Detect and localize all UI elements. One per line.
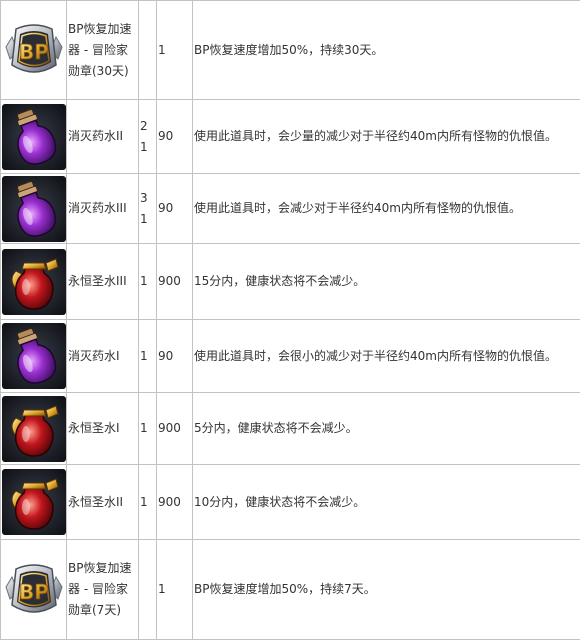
item-name: 消灭药水III — [66, 173, 139, 244]
purple-potion-icon — [2, 175, 66, 242]
item-description: 10分内，健康状态将不会减少。 — [192, 464, 580, 540]
item-icon-cell: BP — [0, 539, 67, 640]
item-icon-cell — [0, 319, 67, 393]
table-row: BP BP恢复加速器 - 冒险家勋章(30天) 1 BP恢复速度增加50%，持续30天… — [0, 0, 580, 100]
table-row: BP BP恢复加速器 - 冒险家勋章(7天) 1 BP恢复速度增加50%，持续7天。 — [0, 539, 580, 640]
item-amount: 90 — [156, 319, 193, 393]
red-holy-water-icon — [2, 248, 66, 315]
item-description: 使用此道具时，会少量的减少对于半径约40m内所有怪物的仇恨值。 — [192, 99, 580, 174]
item-description: 使用此道具时，会很小的减少对于半径约40m内所有怪物的仇恨值。 — [192, 319, 580, 393]
item-icon-cell — [0, 392, 67, 465]
red-holy-water-icon — [2, 469, 66, 535]
item-name: 消灭药水I — [66, 319, 139, 393]
item-icon-cell — [0, 99, 67, 174]
item-quantity: 1 — [138, 464, 157, 540]
bp-medal-icon: BP — [2, 556, 66, 623]
item-amount: 900 — [156, 464, 193, 540]
purple-potion-icon — [2, 323, 66, 389]
table-row: 消灭药水III 31 90 使用此道具时，会减少对于半径约40m内所有怪物的仇恨值。 — [0, 173, 580, 244]
item-table-body: BP BP恢复加速器 - 冒险家勋章(30天) 1 BP恢复速度增加50%，持续30天… — [0, 0, 580, 640]
item-icon-cell — [0, 243, 67, 320]
item-amount: 1 — [156, 539, 193, 640]
item-icon-cell: BP — [0, 0, 67, 100]
item-quantity: 1 — [138, 319, 157, 393]
item-name: 永恒圣水III — [66, 243, 139, 320]
item-name: BP恢复加速器 - 冒险家勋章(7天) — [66, 539, 139, 640]
purple-potion-icon — [2, 103, 66, 170]
item-name: 永恒圣水I — [66, 392, 139, 465]
item-amount: 90 — [156, 173, 193, 244]
item-icon-cell — [0, 173, 67, 244]
item-quantity — [138, 539, 157, 640]
table-row: 永恒圣水I 1 900 5分内，健康状态将不会减少。 — [0, 392, 580, 465]
bp-medal-label: BP — [19, 40, 49, 64]
item-icon-cell — [0, 464, 67, 540]
item-amount: 90 — [156, 99, 193, 174]
table-row: 永恒圣水II 1 900 10分内，健康状态将不会减少。 — [0, 464, 580, 540]
item-quantity: 31 — [138, 173, 157, 244]
item-description: 5分内，健康状态将不会减少。 — [192, 392, 580, 465]
item-table: BP BP恢复加速器 - 冒险家勋章(30天) 1 BP恢复速度增加50%，持续30天… — [0, 0, 580, 640]
item-name: 永恒圣水II — [66, 464, 139, 540]
item-description: 15分内，健康状态将不会减少。 — [192, 243, 580, 320]
table-row: 消灭药水II 21 90 使用此道具时，会少量的减少对于半径约40m内所有怪物的仇恨值… — [0, 99, 580, 174]
item-name: BP恢复加速器 - 冒险家勋章(30天) — [66, 0, 139, 100]
item-quantity: 21 — [138, 99, 157, 174]
bp-medal-icon: BP — [2, 17, 66, 83]
item-amount: 1 — [156, 0, 193, 100]
red-holy-water-icon — [2, 395, 66, 462]
item-quantity: 1 — [138, 392, 157, 465]
item-name: 消灭药水II — [66, 99, 139, 174]
item-amount: 900 — [156, 243, 193, 320]
item-quantity: 1 — [138, 243, 157, 320]
item-description: BP恢复速度增加50%，持续30天。 — [192, 0, 580, 100]
item-amount: 900 — [156, 392, 193, 465]
item-description: BP恢复速度增加50%，持续7天。 — [192, 539, 580, 640]
table-row: 消灭药水I 1 90 使用此道具时，会很小的减少对于半径约40m内所有怪物的仇恨值。 — [0, 319, 580, 393]
table-row: 永恒圣水III 1 900 15分内，健康状态将不会减少。 — [0, 243, 580, 320]
item-description: 使用此道具时，会减少对于半径约40m内所有怪物的仇恨值。 — [192, 173, 580, 244]
bp-medal-label: BP — [19, 580, 49, 604]
item-quantity — [138, 0, 157, 100]
